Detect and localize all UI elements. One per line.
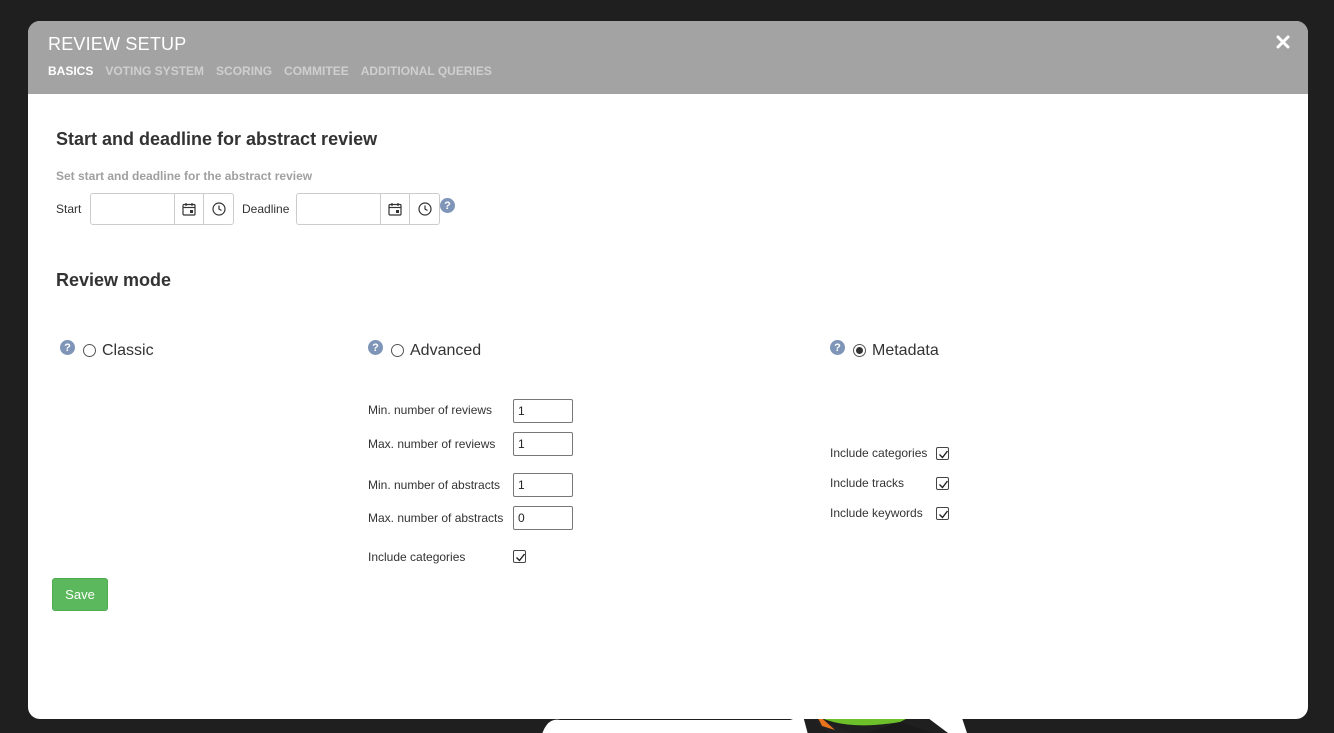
review-mode-heading: Review mode bbox=[56, 270, 172, 290]
classic-radio[interactable] bbox=[83, 344, 96, 357]
modal-title: REVIEW SETUP bbox=[48, 34, 187, 54]
clock-icon[interactable] bbox=[204, 194, 233, 224]
tab-commitee[interactable]: COMMITEE bbox=[284, 64, 349, 78]
metadata-help-icon[interactable]: ? bbox=[830, 340, 845, 355]
tab-bar: BASICS VOTING SYSTEM SCORING COMMITEE AD… bbox=[48, 64, 504, 78]
deadline-help-icon[interactable]: ? bbox=[440, 198, 455, 213]
calendar-icon[interactable] bbox=[175, 194, 204, 224]
deadline-heading: Start and deadline for abstract review bbox=[56, 129, 378, 149]
max-abstracts-label: Max. number of abstracts bbox=[368, 511, 504, 525]
classic-help-icon[interactable]: ? bbox=[60, 340, 75, 355]
tab-voting-system[interactable]: VOTING SYSTEM bbox=[105, 64, 204, 78]
advanced-help-icon[interactable]: ? bbox=[368, 340, 383, 355]
clock-icon[interactable] bbox=[410, 194, 439, 224]
metadata-include-categories-label: Include categories bbox=[830, 446, 928, 460]
deadline-date-input[interactable] bbox=[297, 194, 381, 224]
tab-additional-queries[interactable]: ADDITIONAL QUERIES bbox=[361, 64, 492, 78]
min-reviews-input[interactable] bbox=[513, 399, 573, 423]
deadline-hint: Set start and deadline for the abstract … bbox=[56, 169, 313, 183]
advanced-radio[interactable] bbox=[391, 344, 404, 357]
start-label: Start bbox=[56, 202, 82, 216]
metadata-include-keywords-label: Include keywords bbox=[830, 506, 923, 520]
tab-basics[interactable]: BASICS bbox=[48, 64, 93, 78]
metadata-include-tracks-label: Include tracks bbox=[830, 476, 905, 490]
advanced-include-categories-label: Include categories bbox=[368, 550, 466, 564]
metadata-label: Metadata bbox=[872, 342, 939, 359]
max-abstracts-input[interactable] bbox=[513, 506, 573, 530]
start-datetime-picker bbox=[90, 193, 234, 225]
max-reviews-input[interactable] bbox=[513, 432, 573, 456]
metadata-include-categories-checkbox[interactable] bbox=[936, 447, 949, 460]
review-setup-modal: REVIEW SETUP BASICS VOTING SYSTEM SCORIN… bbox=[28, 21, 1308, 719]
close-icon[interactable] bbox=[1274, 33, 1292, 51]
deadline-label: Deadline bbox=[242, 202, 290, 216]
advanced-label: Advanced bbox=[410, 342, 482, 359]
metadata-include-keywords-checkbox[interactable] bbox=[936, 507, 949, 520]
start-date-input[interactable] bbox=[91, 194, 175, 224]
tab-scoring[interactable]: SCORING bbox=[216, 64, 272, 78]
max-reviews-label: Max. number of reviews bbox=[368, 437, 496, 451]
deadline-datetime-picker bbox=[296, 193, 440, 225]
modal-header: REVIEW SETUP BASICS VOTING SYSTEM SCORIN… bbox=[28, 21, 1308, 94]
min-reviews-label: Min. number of reviews bbox=[368, 403, 493, 417]
min-abstracts-input[interactable] bbox=[513, 473, 573, 497]
advanced-include-categories-checkbox[interactable] bbox=[513, 550, 526, 563]
classic-label: Classic bbox=[102, 342, 154, 359]
metadata-radio[interactable] bbox=[853, 344, 866, 357]
min-abstracts-label: Min. number of abstracts bbox=[368, 478, 501, 492]
save-button[interactable]: Save bbox=[52, 578, 108, 611]
calendar-icon[interactable] bbox=[381, 194, 410, 224]
metadata-include-tracks-checkbox[interactable] bbox=[936, 477, 949, 490]
